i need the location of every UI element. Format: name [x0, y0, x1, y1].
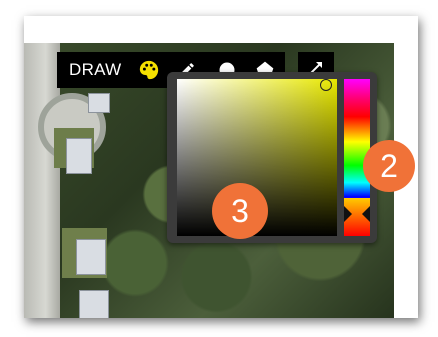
hue-slider-handle[interactable] — [344, 206, 370, 222]
draw-label: DRAW — [69, 60, 122, 79]
callout-badge-3: 3 — [212, 183, 268, 239]
map-house — [76, 239, 106, 275]
saturation-value-handle[interactable] — [320, 79, 332, 91]
map-house — [88, 93, 110, 113]
color-picker-popup — [167, 72, 377, 243]
map-house — [79, 290, 109, 318]
map-road — [24, 43, 60, 318]
palette-icon[interactable] — [137, 58, 161, 82]
map-house — [66, 138, 92, 174]
callout-badge-2: 2 — [363, 140, 415, 192]
